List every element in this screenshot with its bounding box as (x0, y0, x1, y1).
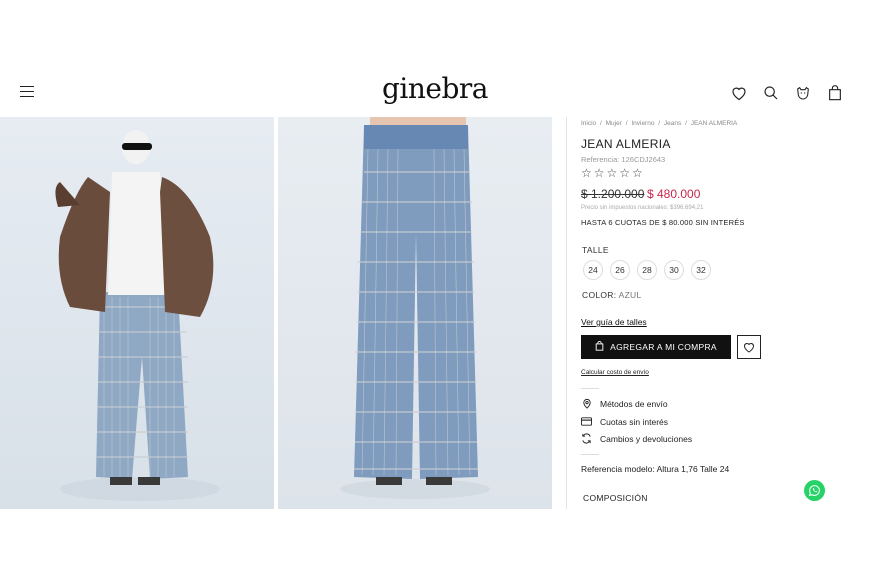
sale-price: $ 480.000 (647, 187, 701, 201)
tax-note: Precio sin impuestos nacionales: $396.69… (581, 205, 704, 211)
breadcrumb-item-invierno[interactable]: Invierno (631, 120, 654, 127)
model-reference: Referencia modelo: Altura 1,76 Talle 24 (581, 464, 730, 474)
size-option-30[interactable]: 30 (664, 260, 684, 280)
breadcrumb-item-mujer[interactable]: Mujer (606, 120, 622, 127)
size-option-26[interactable]: 26 (610, 260, 630, 280)
feature-shipping-methods[interactable]: Métodos de envío (581, 398, 668, 409)
breadcrumb: Inicio / Mujer / Invierno / Jeans / JEAN… (581, 120, 739, 127)
divider (581, 454, 599, 455)
shipping-calculator-link[interactable]: Calcular costo de envío (581, 369, 649, 376)
feature-label: Métodos de envío (600, 398, 668, 409)
add-to-cart-button[interactable]: AGREGAR A MI COMPRA (581, 335, 731, 359)
size-label: TALLE (582, 245, 609, 255)
breadcrumb-separator: / (625, 120, 628, 127)
breadcrumb-separator: / (685, 120, 687, 127)
breadcrumb-separator: / (600, 120, 602, 127)
feature-label: Cuotas sin interés (600, 416, 669, 427)
product-reference: Referencia: 126CDJ2643 (581, 155, 666, 164)
color-value: AZUL (618, 290, 642, 300)
feature-label: Cambios y devoluciones (600, 433, 693, 444)
composition-accordion[interactable]: COMPOSICIÓN (583, 493, 648, 503)
heart-icon (743, 342, 755, 353)
feature-installments[interactable]: Cuotas sin interés (581, 416, 668, 427)
breadcrumb-item-inicio[interactable]: Inicio (581, 120, 596, 127)
product-title: JEAN ALMERIA (581, 137, 671, 151)
breadcrumb-item-current: JEAN ALMERIA (690, 120, 738, 127)
size-option-32[interactable]: 32 (691, 260, 711, 280)
color-info: COLOR: AZUL (582, 290, 642, 300)
product-image-model[interactable] (0, 117, 274, 509)
original-price: $ 1.200.000 (581, 187, 645, 201)
wishlist-button[interactable] (737, 335, 761, 359)
location-pin-icon (581, 398, 592, 409)
color-label: COLOR: (582, 290, 617, 300)
credit-card-icon (581, 416, 592, 427)
rating-stars[interactable]: ☆☆☆☆☆ (581, 166, 645, 180)
breadcrumb-separator: / (658, 120, 661, 127)
divider (581, 388, 599, 389)
size-guide-link[interactable]: Ver guía de talles (581, 317, 647, 327)
product-gallery (0, 117, 552, 509)
exchange-arrows-icon (581, 433, 592, 444)
whatsapp-icon (808, 485, 820, 497)
size-option-24[interactable]: 24 (583, 260, 603, 280)
size-selector: 24 26 28 30 32 (583, 260, 711, 280)
product-image-front[interactable] (278, 117, 552, 509)
bag-icon (595, 341, 604, 353)
breadcrumb-item-jeans[interactable]: Jeans (664, 120, 681, 127)
installments-note: HASTA 6 CUOTAS DE $ 80.000 SIN INTERÉS (581, 218, 745, 227)
feature-returns[interactable]: Cambios y devoluciones (581, 433, 692, 444)
add-to-cart-label: AGREGAR A MI COMPRA (610, 342, 717, 352)
size-option-28[interactable]: 28 (637, 260, 657, 280)
whatsapp-chat-button[interactable] (804, 480, 825, 501)
